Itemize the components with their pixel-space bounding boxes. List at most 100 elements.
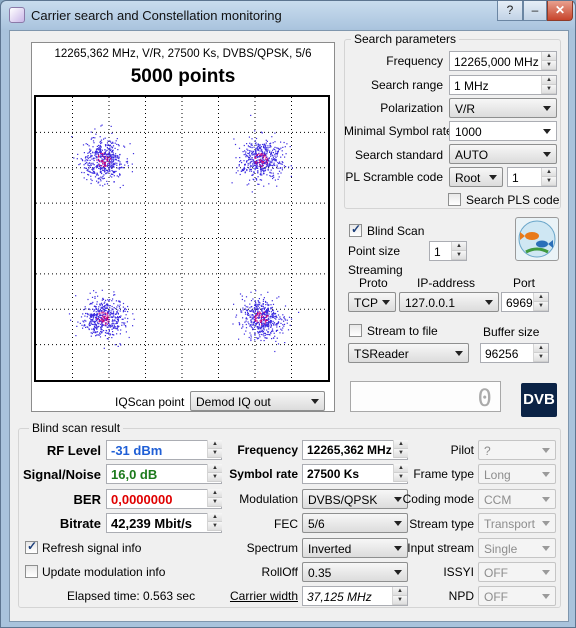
- iq-point: [264, 332, 266, 334]
- issyi-select[interactable]: OFF: [478, 562, 556, 582]
- iq-point: [245, 320, 247, 322]
- constellation-canvas: [36, 97, 328, 380]
- iq-point: [103, 330, 105, 332]
- iq-point: [270, 323, 272, 325]
- input-stream-select[interactable]: Single: [478, 538, 556, 558]
- spin-arrows-icon[interactable]: ▲ ▼: [541, 76, 556, 94]
- iq-point: [276, 326, 278, 328]
- iq-point: [104, 169, 106, 171]
- ip-address-select[interactable]: 127.0.0.1: [399, 292, 499, 312]
- iq-point: [257, 308, 259, 310]
- spin-arrows-icon[interactable]: ▲ ▼: [541, 168, 556, 186]
- iq-point: [237, 170, 239, 172]
- iq-point: [272, 303, 275, 305]
- pls-mode-select[interactable]: Root: [449, 167, 503, 187]
- pls-code-spinbox[interactable]: 1 ▲ ▼: [507, 167, 557, 187]
- iq-point: [91, 296, 94, 298]
- iq-point: [103, 156, 105, 158]
- iq-point: [249, 170, 251, 172]
- buffer-size-spinbox[interactable]: 96256 ▲ ▼: [480, 343, 549, 363]
- iq-point: [90, 319, 92, 321]
- iq-point: [102, 309, 104, 311]
- polarization-select[interactable]: V/R: [449, 98, 557, 118]
- iq-point: [277, 178, 279, 180]
- iq-point: [89, 321, 91, 323]
- stream-to-file-label: Stream to file: [367, 324, 438, 338]
- frame-type-select[interactable]: Long: [478, 464, 556, 484]
- iq-point: [91, 158, 93, 160]
- spin-arrows-icon[interactable]: ▲ ▼: [533, 344, 548, 362]
- iq-point: [271, 136, 273, 138]
- spin-arrows-icon[interactable]: ▲ ▼: [533, 293, 548, 311]
- coding-mode-select[interactable]: CCM: [478, 489, 556, 509]
- spectrum-select[interactable]: Inverted: [302, 538, 408, 558]
- player-select[interactable]: TSReader: [348, 343, 469, 363]
- iq-point: [246, 318, 248, 320]
- help-button[interactable]: ?: [497, 1, 523, 21]
- iq-point: [111, 308, 113, 310]
- minimize-button[interactable]: –: [523, 1, 547, 21]
- iq-point: [252, 151, 255, 153]
- blind-scan-checkbox[interactable]: [349, 222, 362, 237]
- search-pls-checkbox[interactable]: [448, 193, 461, 206]
- search-standard-select[interactable]: AUTO: [449, 144, 557, 164]
- iq-point: [105, 322, 107, 324]
- update-modulation-info-checkbox[interactable]: [25, 565, 38, 578]
- port-spinbox[interactable]: 6969 ▲ ▼: [501, 292, 549, 312]
- carrier-width-link[interactable]: Carrier width: [210, 589, 298, 603]
- spin-arrows-icon[interactable]: ▲ ▼: [451, 242, 466, 260]
- modulation-select[interactable]: DVBS/QPSK: [302, 489, 408, 509]
- iq-point: [93, 290, 95, 292]
- iq-point: [249, 310, 251, 312]
- stream-type-select[interactable]: Transport: [478, 513, 556, 533]
- iq-point: [99, 320, 101, 322]
- bitrate-value: 42,239 Mbit/s ▲ ▼: [106, 513, 222, 533]
- search-range-spinbox[interactable]: 1 MHz ▲ ▼: [449, 75, 557, 95]
- signal-info-line: 12265,362 MHz, V/R, 27500 Ks, DVBS/QPSK,…: [54, 48, 312, 60]
- iq-point: [99, 150, 101, 152]
- point-size-spinbox[interactable]: 1 ▲ ▼: [429, 241, 467, 261]
- iq-point: [124, 322, 126, 324]
- iq-point: [257, 338, 259, 340]
- iq-point: [246, 148, 248, 150]
- iq-point: [116, 164, 118, 166]
- proto-select[interactable]: TCP: [348, 292, 396, 312]
- iq-point: [280, 318, 282, 320]
- iq-point: [248, 336, 250, 339]
- iq-point: [278, 318, 280, 320]
- iq-point: [254, 334, 256, 336]
- npd-select[interactable]: OFF: [478, 586, 556, 606]
- search-frequency-spinbox[interactable]: 12265,000 MHz ▲ ▼: [449, 51, 557, 71]
- refresh-signal-info-checkbox[interactable]: [25, 539, 38, 554]
- iq-point: [124, 317, 126, 319]
- iq-point: [100, 320, 102, 322]
- spin-arrows-icon[interactable]: ▲ ▼: [541, 52, 556, 70]
- iq-point: [262, 162, 264, 164]
- iq-point: [125, 331, 127, 333]
- iq-point: [274, 164, 276, 166]
- fish-logo-button[interactable]: [515, 217, 559, 261]
- pilot-select[interactable]: ?: [478, 440, 556, 460]
- fec-select[interactable]: 5/6: [302, 513, 408, 533]
- iq-point: [108, 322, 110, 325]
- min-symbol-rate-select[interactable]: 1000: [449, 121, 557, 141]
- iq-point: [257, 149, 259, 152]
- iq-point: [260, 319, 262, 321]
- carrier-width-spinbox[interactable]: 37,125 MHz ▲ ▼: [302, 586, 408, 606]
- close-button[interactable]: ✕: [547, 1, 573, 21]
- iq-point: [100, 125, 102, 127]
- iq-point: [106, 155, 108, 157]
- iq-point: [99, 312, 101, 314]
- iq-point: [238, 338, 240, 340]
- iq-point: [255, 178, 257, 180]
- rolloff-select[interactable]: 0.35: [302, 562, 408, 582]
- iq-point: [258, 307, 261, 309]
- iq-point: [90, 335, 92, 337]
- stream-to-file-checkbox[interactable]: [349, 324, 362, 337]
- constellation-plot[interactable]: [34, 95, 330, 382]
- iq-point: [257, 331, 259, 333]
- iq-point: [232, 323, 234, 325]
- iq-point: [254, 161, 256, 163]
- iq-point: [115, 321, 118, 323]
- iq-scan-point-select[interactable]: Demod IQ out: [190, 391, 325, 411]
